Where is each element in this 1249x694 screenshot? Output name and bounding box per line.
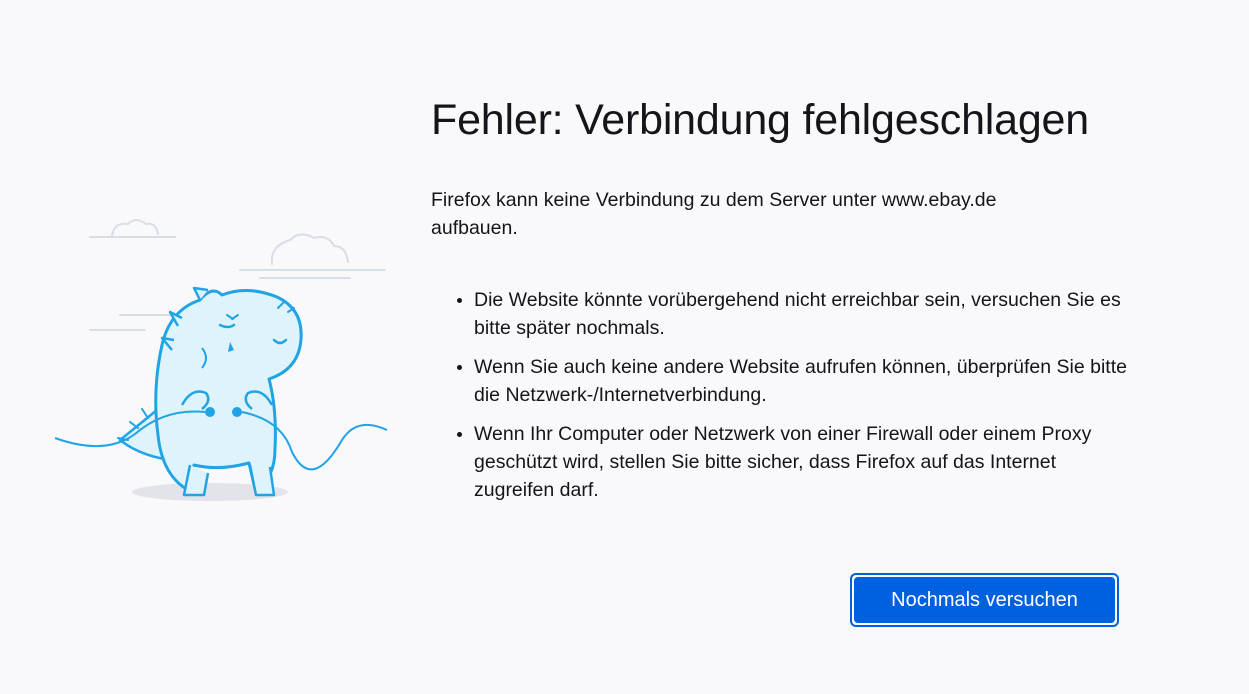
error-page: Fehler: Verbindung fehlgeschlagen Firefo… [0, 0, 1249, 694]
unplugged-dino-icon [50, 200, 395, 510]
list-item: Die Website könnte vorübergehend nicht e… [474, 286, 1134, 342]
error-description: Firefox kann keine Verbindung zu dem Ser… [431, 189, 997, 239]
list-item: Wenn Sie auch keine andere Website aufru… [474, 353, 1134, 409]
reasons-list: Die Website könnte vorübergehend nicht e… [431, 286, 1134, 504]
retry-button[interactable]: Nochmals versuchen [850, 573, 1119, 627]
error-content: Fehler: Verbindung fehlgeschlagen Firefo… [431, 90, 1127, 515]
page-title: Fehler: Verbindung fehlgeschlagen [431, 96, 1089, 144]
list-item: Wenn Ihr Computer oder Netzwerk von eine… [474, 420, 1134, 504]
retry-button-label[interactable]: Nochmals versuchen [854, 577, 1115, 623]
